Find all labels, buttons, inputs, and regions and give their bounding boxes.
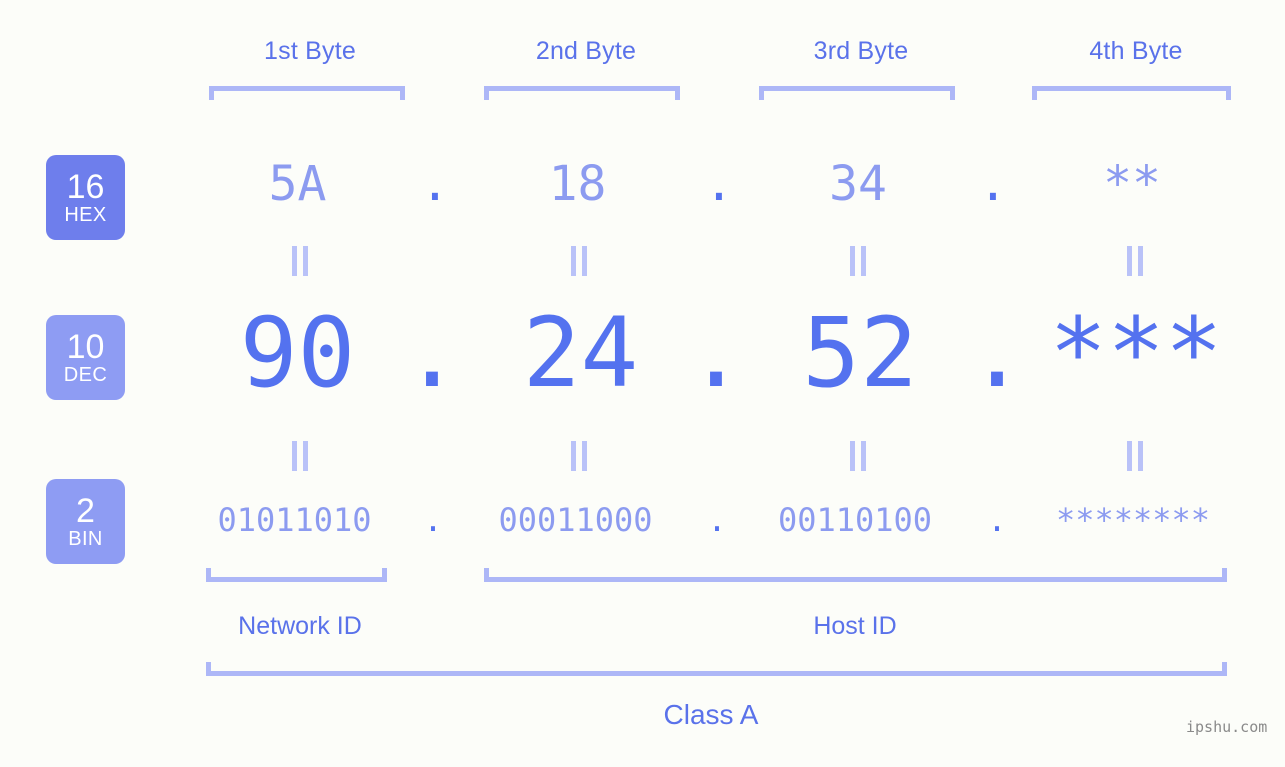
network-id-bracket xyxy=(206,568,387,582)
equals-connector-hex-dec-2 xyxy=(571,246,587,276)
hex-byte-2: 18 xyxy=(548,156,607,212)
equals-connector-hex-dec-3 xyxy=(850,246,866,276)
dec-byte-4: *** xyxy=(1049,297,1223,409)
dec-byte-2: 24 xyxy=(522,297,639,409)
hex-byte-1: 5A xyxy=(268,156,327,212)
bin-byte-1: 01011010 xyxy=(217,501,372,539)
ip-address-breakdown-diagram: 1st Byte 2nd Byte 3rd Byte 4th Byte 16 H… xyxy=(0,0,1285,767)
hex-separator-2: . xyxy=(704,156,734,212)
bin-byte-4: ******** xyxy=(1055,501,1211,539)
hex-byte-3: 34 xyxy=(829,156,887,212)
byte-bracket-1 xyxy=(209,86,405,100)
byte-header-2: 2nd Byte xyxy=(535,37,637,65)
byte-header-3: 3rd Byte xyxy=(813,37,909,65)
dec-separator-2: . xyxy=(687,297,745,409)
byte-header-4: 4th Byte xyxy=(1089,37,1183,65)
class-bracket xyxy=(206,662,1227,676)
equals-connector-dec-bin-1 xyxy=(292,441,308,471)
equals-connector-hex-dec-4 xyxy=(1127,246,1143,276)
hex-byte-4: ** xyxy=(1103,156,1161,212)
equals-connector-dec-bin-4 xyxy=(1127,441,1143,471)
class-label: Class A xyxy=(663,699,759,730)
dec-byte-1: 90 xyxy=(239,297,356,409)
hex-separator-3: . xyxy=(978,156,1008,212)
watermark: ipshu.com xyxy=(1186,718,1268,736)
byte-bracket-3 xyxy=(759,86,955,100)
byte-header-1: 1st Byte xyxy=(264,37,356,65)
dec-separator-1: . xyxy=(403,297,461,409)
bin-separator-2: . xyxy=(707,501,727,539)
equals-connector-dec-bin-3 xyxy=(850,441,866,471)
dec-byte-3: 52 xyxy=(802,297,918,409)
byte-bracket-2 xyxy=(484,86,680,100)
bin-byte-3: 00110100 xyxy=(777,501,933,539)
hex-separator-1: . xyxy=(420,156,450,212)
network-id-label: Network ID xyxy=(238,612,362,640)
equals-connector-dec-bin-2 xyxy=(571,441,587,471)
host-id-label: Host ID xyxy=(813,612,897,640)
equals-connector-hex-dec-1 xyxy=(292,246,308,276)
bin-byte-2: 00011000 xyxy=(498,501,653,539)
byte-bracket-4 xyxy=(1032,86,1231,100)
host-id-bracket xyxy=(484,568,1227,582)
bin-separator-1: . xyxy=(423,501,443,539)
